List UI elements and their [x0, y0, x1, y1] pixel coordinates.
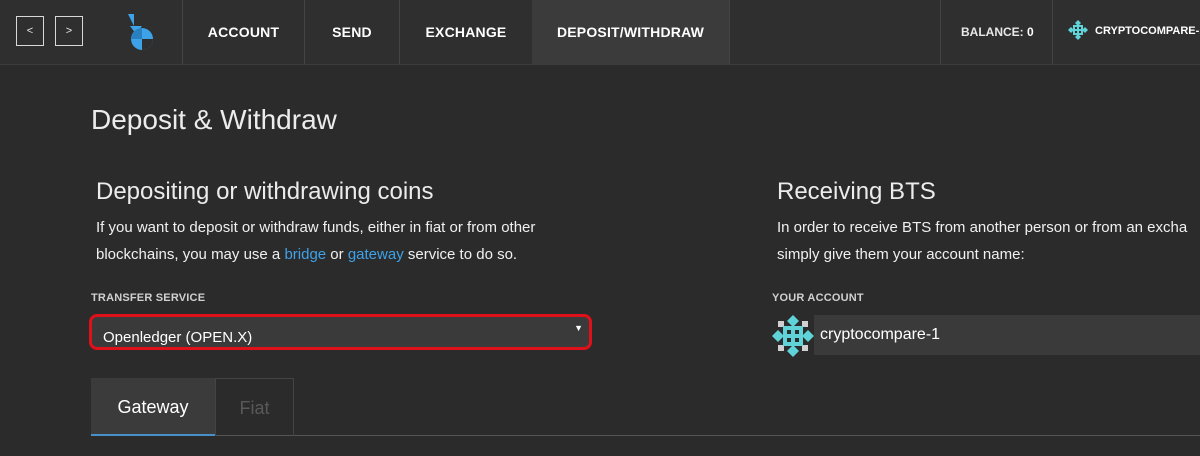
deposit-text-a: blockchains, you may use a	[96, 246, 285, 263]
receive-description: In order to receive BTS from another per…	[777, 214, 1200, 268]
deposit-section-heading: Depositing or withdrawing coins	[96, 178, 434, 205]
menu-separator	[729, 0, 730, 64]
receive-description-line2: simply give them your account name:	[777, 246, 1025, 263]
deposit-text-b: or	[326, 246, 348, 263]
forward-button[interactable]: >	[55, 16, 83, 46]
bitshares-logo-icon[interactable]	[122, 12, 158, 52]
menu-separator	[940, 0, 941, 64]
your-account-name: cryptocompare-1	[820, 326, 941, 343]
menu-deposit-withdraw[interactable]: DEPOSIT/WITHDRAW	[532, 0, 729, 64]
top-navigation-bar: < > ACCOUNT SEND EXCHANGE DEPOSIT/WITHDR…	[0, 0, 1200, 65]
back-button[interactable]: <	[16, 16, 44, 46]
bridge-link[interactable]: bridge	[284, 246, 326, 263]
balance-value: 0	[1027, 25, 1034, 39]
tab-fiat[interactable]: Fiat	[215, 378, 294, 436]
transfer-service-select[interactable]: Openledger (OPEN.X) ▼	[89, 314, 592, 350]
menu-send[interactable]: SEND	[305, 0, 399, 64]
deposit-text-c: service to do so.	[403, 246, 518, 263]
deposit-description-line1: If you want to deposit or withdraw funds…	[96, 219, 536, 236]
your-account-label: YOUR ACCOUNT	[772, 292, 864, 304]
menu-exchange[interactable]: EXCHANGE	[400, 0, 532, 64]
page-title: Deposit & Withdraw	[91, 104, 337, 135]
tab-gateway[interactable]: Gateway	[91, 378, 215, 436]
balance-label: BALANCE:	[961, 25, 1024, 39]
deposit-description-line2: blockchains, you may use a bridge or gat…	[96, 241, 656, 268]
receive-section-heading: Receiving BTS	[777, 178, 936, 205]
gateway-link[interactable]: gateway	[348, 246, 404, 263]
menu-separator	[1052, 0, 1053, 64]
account-identicon-icon	[772, 315, 814, 357]
dropdown-arrow-icon: ▼	[574, 323, 583, 333]
balance-display[interactable]: BALANCE: 0	[961, 0, 1034, 64]
current-account-name[interactable]: CRYPTOCOMPARE-1	[1095, 25, 1200, 37]
transfer-service-value: Openledger (OPEN.X)	[103, 329, 253, 346]
account-identicon-icon[interactable]	[1068, 20, 1088, 40]
receive-description-line1: In order to receive BTS from another per…	[777, 219, 1188, 236]
transfer-service-label: TRANSFER SERVICE	[91, 292, 206, 304]
deposit-description: If you want to deposit or withdraw funds…	[96, 214, 656, 268]
menu-account[interactable]: ACCOUNT	[183, 0, 304, 64]
